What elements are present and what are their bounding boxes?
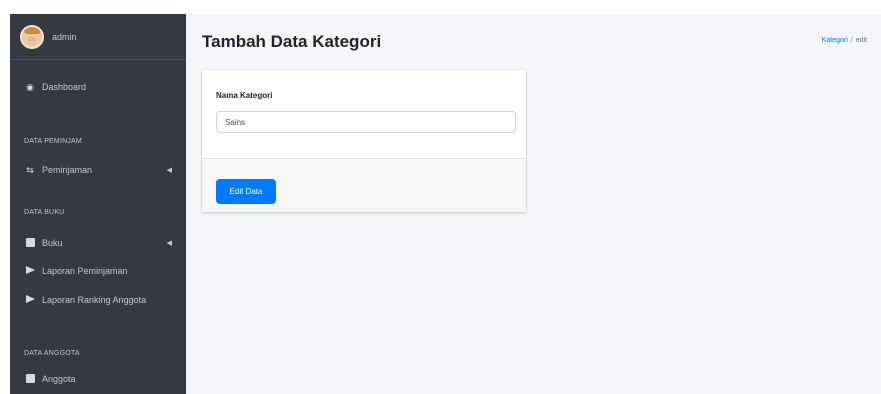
nav-header-anggota: DATA ANGGOTA (24, 350, 80, 357)
sidebar-item-label: Laporan Ranking Anggota (42, 295, 147, 305)
breadcrumb: Kategori / edit (822, 37, 867, 44)
category-name-label: Nama Kategori (216, 91, 273, 100)
category-name-input[interactable] (216, 111, 516, 133)
card-body: Nama Kategori (202, 70, 526, 158)
book-icon (24, 237, 36, 249)
main-content: Tambah Data Kategori Kategori / edit Nam… (186, 14, 881, 394)
flag-icon (24, 295, 36, 305)
flag-icon (24, 266, 36, 276)
sidebar-item-label: Laporan Peminjaman (42, 266, 128, 276)
sidebar-item-label: Buku (42, 238, 63, 248)
dashboard-icon: ◉ (26, 81, 34, 92)
username: admin (52, 31, 77, 42)
edit-category-card: Nama Kategori Edit Data (202, 70, 526, 212)
nav-header-peminjam: DATA PEMINJAM (24, 138, 82, 145)
breadcrumb-active: edit (855, 37, 867, 44)
sidebar-item-peminjaman[interactable]: ⇆ Peminjaman ◀ (10, 157, 186, 183)
screen: admin ◉ Dashboard DATA PEMINJAM ⇆ Peminj… (0, 0, 881, 394)
sidebar-item-laporan-ranking-anggota[interactable]: Laporan Ranking Anggota (10, 287, 186, 313)
user-panel[interactable]: admin (10, 14, 186, 60)
exchange-icon: ⇆ (26, 164, 34, 175)
members-icon (24, 373, 36, 385)
chevron-left-icon: ◀ (166, 240, 172, 247)
chevron-left-icon: ◀ (166, 167, 172, 174)
edit-data-button[interactable]: Edit Data (216, 179, 276, 204)
sidebar-item-label: Anggota (42, 374, 76, 384)
sidebar-item-buku[interactable]: Buku ◀ (10, 230, 186, 256)
sidebar-item-anggota[interactable]: Anggota (10, 366, 186, 392)
sidebar-item-dashboard[interactable]: ◉ Dashboard (10, 74, 186, 100)
sidebar-item-laporan-peminjaman[interactable]: Laporan Peminjaman (10, 258, 186, 284)
sidebar: admin ◉ Dashboard DATA PEMINJAM ⇆ Peminj… (10, 14, 186, 394)
sidebar-item-label: Peminjaman (42, 165, 93, 175)
page-title: Tambah Data Kategori (202, 32, 382, 51)
breadcrumb-link-kategori[interactable]: Kategori (822, 37, 848, 44)
sidebar-item-label: Dashboard (42, 82, 87, 92)
nav-header-buku: DATA BUKU (24, 209, 65, 216)
avatar (20, 24, 44, 49)
breadcrumb-separator: / (850, 37, 853, 44)
